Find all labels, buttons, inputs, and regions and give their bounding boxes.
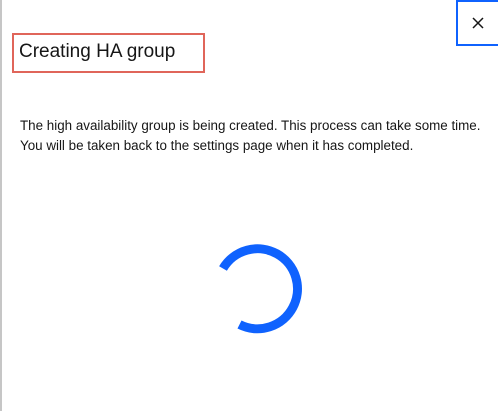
- creating-ha-group-modal: Creating HA group The high availability …: [2, 0, 498, 411]
- loading-spinner-icon: [219, 244, 302, 334]
- close-icon: [472, 17, 484, 29]
- close-button[interactable]: [456, 0, 498, 46]
- modal-description: The high availability group is being cre…: [20, 118, 481, 153]
- modal-title: Creating HA group: [19, 41, 176, 62]
